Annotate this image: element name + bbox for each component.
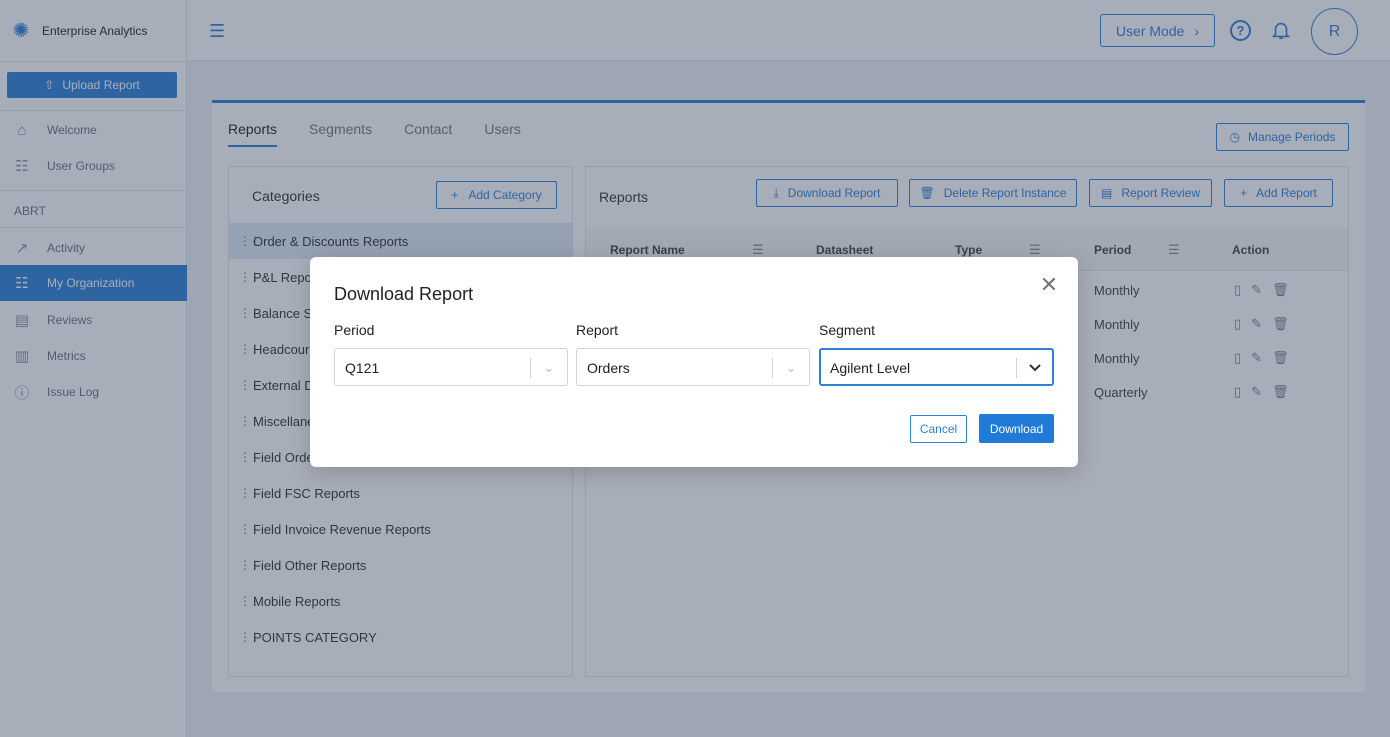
period-value: Q121 [345, 360, 380, 376]
report-label: Report [576, 322, 619, 338]
segment-select[interactable]: Agilent Level [819, 348, 1054, 386]
report-select[interactable]: Orders ⌄ [576, 348, 810, 386]
cancel-button[interactable]: Cancel [910, 415, 967, 443]
download-button[interactable]: Download [979, 414, 1054, 443]
chevron-down-icon: ⌄ [543, 360, 555, 375]
period-select[interactable]: Q121 ⌄ [334, 348, 568, 386]
divider [772, 358, 773, 378]
segment-label: Segment [819, 322, 876, 338]
close-icon[interactable]: ✕ [1038, 274, 1060, 296]
report-value: Orders [587, 360, 630, 376]
download-report-dialog: Download Report ✕ Period Q121 ⌄ Report O… [310, 257, 1078, 467]
divider [530, 358, 531, 378]
divider [1016, 358, 1017, 378]
chevron-down-icon [1027, 358, 1043, 378]
dialog-title: Download Report [334, 284, 474, 304]
segment-value: Agilent Level [830, 360, 911, 376]
chevron-down-icon: ⌄ [785, 360, 797, 375]
period-label: Period [334, 322, 375, 338]
